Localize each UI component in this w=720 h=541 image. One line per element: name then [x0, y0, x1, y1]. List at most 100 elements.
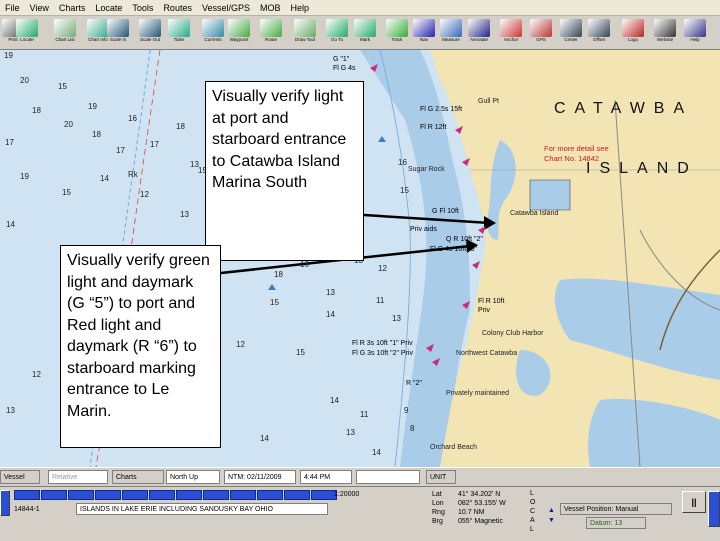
chart-number: 14844-1 [14, 506, 40, 513]
mode-select[interactable]: Relative [48, 470, 108, 484]
measure-icon [440, 19, 462, 37]
nautical-chart[interactable]: 19201817151920181716Rk171820181319141514… [0, 50, 720, 467]
light-label: R "2" [406, 380, 422, 387]
toolbar-button[interactable]: Tides [166, 19, 192, 47]
light-label: Priv aids [410, 226, 437, 233]
depth-sounding: 13 [6, 406, 15, 415]
status-block [41, 490, 67, 500]
draw-icon [294, 19, 316, 37]
toolbar-button-label: Track [391, 37, 403, 42]
depth-sounding: 18 [274, 270, 283, 279]
depth-sounding: 13 [326, 288, 335, 297]
toolbar-button[interactable]: Center [558, 19, 584, 47]
menu-item[interactable]: Help [286, 3, 315, 13]
menu-item[interactable]: Tools [127, 3, 158, 13]
pause-button[interactable]: || [682, 491, 706, 513]
status-block [284, 490, 310, 500]
depth-sounding: 12 [236, 340, 245, 349]
toolbar-button[interactable]: Draw Tool [292, 19, 318, 47]
toolbar-button[interactable]: Currents [200, 19, 226, 47]
menu-item[interactable]: File [0, 3, 25, 13]
depth-sounding: 20 [20, 76, 29, 85]
status-bar: 1:20000 14844-1 ISLANDS IN LAKE ERIE INC… [0, 486, 720, 541]
toolbar-button[interactable]: Nav [411, 19, 437, 47]
status-block [122, 490, 148, 500]
depth-sounding: 20 [64, 120, 73, 129]
website-icon [654, 19, 676, 37]
light-label: Priv [478, 307, 491, 314]
zoom-out-icon [139, 19, 161, 37]
toolbar-button[interactable]: Chart List [52, 19, 78, 47]
time-field: 4:44 PM [300, 470, 352, 484]
charts-button[interactable]: Charts [112, 470, 164, 484]
toolbar-button-label: Mark [360, 37, 370, 42]
light-label: Q R 10ft "2" [446, 236, 483, 243]
toolbar-button-label: Website [656, 37, 674, 42]
brg-value: 055° Magnetic [458, 518, 503, 525]
units-button[interactable]: UNIT [426, 470, 456, 484]
depth-sounding: 19 [20, 172, 29, 181]
panel-toggle[interactable] [0, 490, 10, 516]
depth-sounding: 13 [346, 428, 355, 437]
menu-item[interactable]: View [25, 3, 54, 13]
nav-down-icon[interactable]: ▼ [548, 517, 555, 524]
depth-sounding: Rk [128, 170, 138, 179]
depth-sounding: 18 [176, 122, 185, 131]
toolbar-button-label: GPS [536, 37, 546, 42]
toolbar-button[interactable]: Help [682, 19, 708, 47]
chart-note: For more detail see [544, 144, 609, 153]
depth-sounding: 17 [150, 140, 159, 149]
toolbar-button-label: Scale In [109, 37, 127, 42]
toolbar-button[interactable]: Go To [324, 19, 350, 47]
depth-sounding: 11 [376, 296, 385, 305]
toolbar-button-label: Anchor [503, 37, 519, 42]
orientation-select[interactable]: North Up [166, 470, 220, 484]
menu-item[interactable]: Routes [158, 3, 197, 13]
side-panel-button[interactable] [708, 491, 720, 527]
menu-bar: File View Charts Locate Tools Routes Vessel/GP… [0, 0, 720, 16]
light-label: Fl R 10ft [478, 298, 505, 305]
toolbar-button[interactable]: Scale Out [137, 19, 163, 47]
vessel-button[interactable]: Vessel [0, 470, 40, 484]
rng-value: 10.7 NM [458, 509, 485, 516]
light-flare [472, 261, 480, 269]
toolbar-button-label: Help [690, 37, 700, 42]
datetime-field[interactable]: NTM: 02/11/2009 [224, 470, 296, 484]
center-icon [560, 19, 582, 37]
toolbar-button[interactable]: Waypoint [226, 19, 252, 47]
toolbar-button-label: Go To [331, 37, 343, 42]
nav-up-icon[interactable]: ▲ [548, 507, 555, 514]
depth-sounding: 16 [300, 260, 309, 269]
toolbar-button[interactable]: Website [652, 19, 678, 47]
lon-value: 082° 53.155' W [458, 500, 506, 507]
logo-icon [622, 19, 644, 37]
toolbar-button[interactable]: Track [384, 19, 410, 47]
marina-basin [529, 179, 571, 211]
depth-sounding: 19 [4, 51, 13, 60]
light-label: Fl G 3s 10ft "2" Priv [352, 350, 413, 357]
toolbar-button[interactable]: Annotate [466, 19, 492, 47]
toolbar-button[interactable]: Measure [438, 19, 464, 47]
chart-list-icon [54, 19, 76, 37]
toolbar-button[interactable]: Route [258, 19, 284, 47]
depth-sounding: 16 [398, 158, 407, 167]
toolbar-button[interactable]: Offset [586, 19, 612, 47]
menu-item[interactable]: Vessel/GPS [197, 3, 255, 13]
toolbar-button-label: Draw Tool [295, 37, 315, 42]
offset-icon [588, 19, 610, 37]
depth-sounding: 14 [6, 220, 15, 229]
toolbar-button[interactable]: GPS [528, 19, 554, 47]
menu-item[interactable]: Charts [54, 3, 91, 13]
toolbar-button[interactable]: Locate [14, 19, 40, 47]
toolbar-button[interactable]: Logo [620, 19, 646, 47]
depth-sounding: 19 [88, 102, 97, 111]
vessel-position-field[interactable]: Vessel Position: Manual [560, 503, 672, 515]
depth-sounding: 12 [32, 370, 41, 379]
menu-item[interactable]: Locate [90, 3, 127, 13]
place-name: Gull Pt [478, 98, 500, 105]
depth-sounding: 13 [180, 210, 189, 219]
toolbar-button[interactable]: Mark [352, 19, 378, 47]
menu-item[interactable]: MOB [255, 3, 286, 13]
toolbar-button[interactable]: Scale In [105, 19, 131, 47]
toolbar-button[interactable]: Anchor [498, 19, 524, 47]
